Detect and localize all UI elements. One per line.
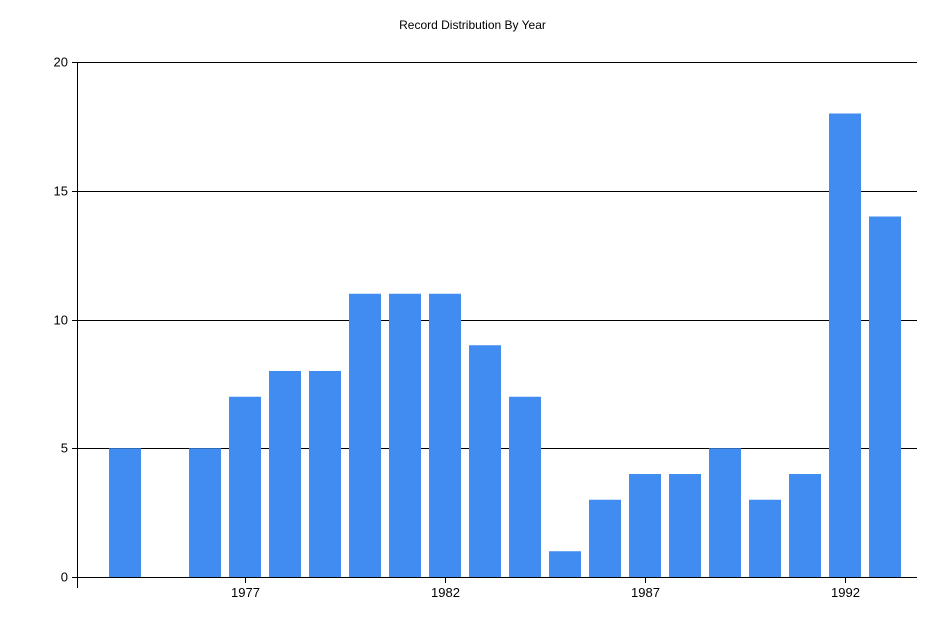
bar-1976 — [189, 448, 221, 577]
y-tick-label-15: 15 — [54, 184, 68, 199]
x-tick-label-1982: 1982 — [431, 585, 460, 600]
bar-1981 — [389, 293, 421, 577]
bar-1985 — [549, 551, 581, 577]
x-tick-label-1987: 1987 — [631, 585, 660, 600]
bar-1979 — [309, 371, 341, 577]
bar-1982 — [429, 293, 461, 577]
bar-1990 — [749, 499, 781, 577]
bar-1980 — [349, 293, 381, 577]
bar-1991 — [789, 474, 821, 577]
bar-1988 — [669, 474, 701, 577]
bar-1986 — [589, 499, 621, 577]
bar-chart: 0 5 10 15 20 1977 1982 1987 1992 — [54, 55, 917, 600]
x-tick-label-1977: 1977 — [231, 585, 260, 600]
bar-1978 — [269, 371, 301, 577]
y-tick-label-5: 5 — [61, 441, 68, 456]
x-tick-label-1992: 1992 — [831, 585, 860, 600]
y-tick-label-10: 10 — [54, 313, 68, 328]
bar-1993 — [869, 216, 901, 577]
bar-1989 — [709, 448, 741, 577]
bar-1983 — [469, 345, 501, 577]
bars — [109, 113, 901, 577]
bar-1987 — [629, 474, 661, 577]
y-tick-label-0: 0 — [61, 570, 68, 585]
bar-1984 — [509, 396, 541, 577]
bar-1974 — [109, 448, 141, 577]
y-tick-label-20: 20 — [54, 55, 68, 70]
bar-1977 — [229, 396, 261, 577]
bar-1992 — [829, 113, 861, 577]
